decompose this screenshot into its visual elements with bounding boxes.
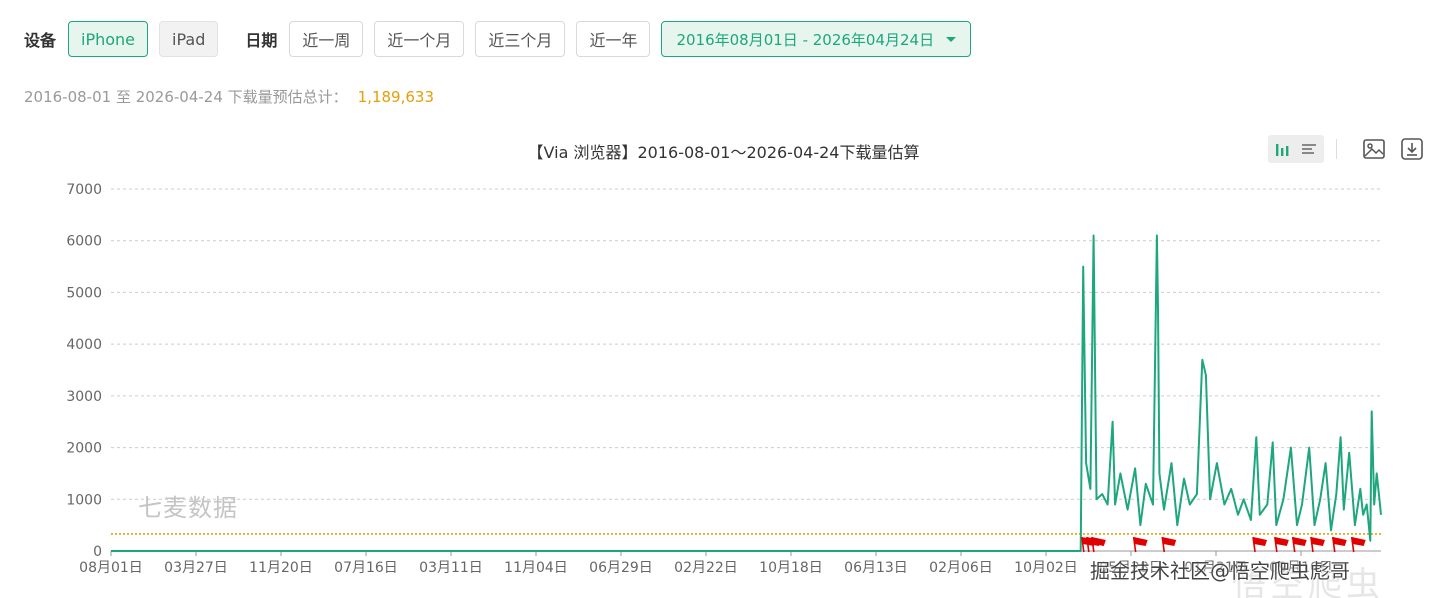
date-label: 日期 [245,33,278,50]
date-range-picker[interactable]: 2016年08月01日 - 2026年04月24日 [661,21,972,57]
x-tick-label: 06月13日 [844,560,908,576]
chart-toolbar [1268,135,1425,163]
event-flag-icon[interactable] [1310,536,1325,553]
save-image-icon[interactable] [1361,136,1387,162]
y-tick-label: 3000 [66,389,102,405]
x-tick-label: 02月06日 [929,560,993,576]
filter-bar: 设备 iPhone iPad 日期 近一周 近一个月 近三个月 近一年 2016… [24,21,972,57]
y-tick-label: 4000 [66,337,102,353]
x-tick-label: 08月01日 [79,560,143,576]
date-range-value: 2016年08月01日 - 2026年04月24日 [676,30,935,49]
x-tick-label: 07月16日 [334,560,398,576]
device-iphone-button[interactable]: iPhone [68,21,149,57]
watermark: 七麦数据 [138,494,238,522]
list-icon[interactable] [1296,137,1322,161]
event-flag-icon[interactable] [1331,536,1347,553]
y-tick-label: 7000 [66,182,102,198]
device-label: 设备 [24,33,57,50]
download-line-chart: 0 1000 2000 3000 4000 5000 6000 7000 08月01日 03月27… [66,182,1382,576]
event-flag-icon[interactable] [1161,536,1177,553]
event-flag-icon[interactable] [1132,536,1148,553]
device-ipad-button[interactable]: iPad [159,21,219,57]
event-flag-icon[interactable] [1291,536,1307,553]
x-tick-label: 03月27日 [164,560,228,576]
x-tick-label: 10月02日 [1014,560,1078,576]
y-tick-label: 1000 [66,492,102,508]
summary-total: 1,189,633 [357,88,434,106]
chart-title: 【Via 浏览器】2016-08-01～2026-04-24下载量估算 [527,143,920,162]
y-tick-label: 6000 [66,234,102,250]
x-tick-label: 02月22日 [674,560,738,576]
x-tick-label: 06月29日 [589,560,653,576]
y-tick-label: 5000 [66,285,102,301]
y-tick-label: 0 [93,544,102,560]
download-icon[interactable] [1399,136,1425,162]
x-tick-label: 10月18日 [759,560,823,576]
x-tick-label: 11月20日 [249,560,313,576]
preset-year-button[interactable]: 近一年 [576,21,651,57]
x-tick-label: 11月04日 [504,560,568,576]
credit-watermark: 掘金技术社区@悟空爬虫彪哥 [1090,559,1350,583]
series-line [111,234,1382,552]
chart-title-wrap: 【Via 浏览器】2016-08-01～2026-04-24下载量估算 [0,139,1441,163]
bar-chart-icon[interactable] [1270,137,1296,161]
download-summary: 2016-08-01 至 2026-04-24 下载量预估总计： 1,189,63… [24,86,434,107]
y-tick-label: 2000 [66,441,102,457]
preset-three-months-button[interactable]: 近三个月 [475,21,566,57]
chevron-down-icon [946,36,957,42]
event-flag-icon[interactable] [1350,536,1366,553]
summary-text: 2016-08-01 至 2026-04-24 下载量预估总计： [24,88,348,106]
event-flag-icon[interactable] [1252,536,1268,553]
chart-view-toggle [1268,135,1324,163]
preset-week-button[interactable]: 近一周 [289,21,364,57]
x-tick-label: 03月11日 [419,560,483,576]
event-flag-icon[interactable] [1274,536,1289,553]
preset-month-button[interactable]: 近一个月 [374,21,465,57]
